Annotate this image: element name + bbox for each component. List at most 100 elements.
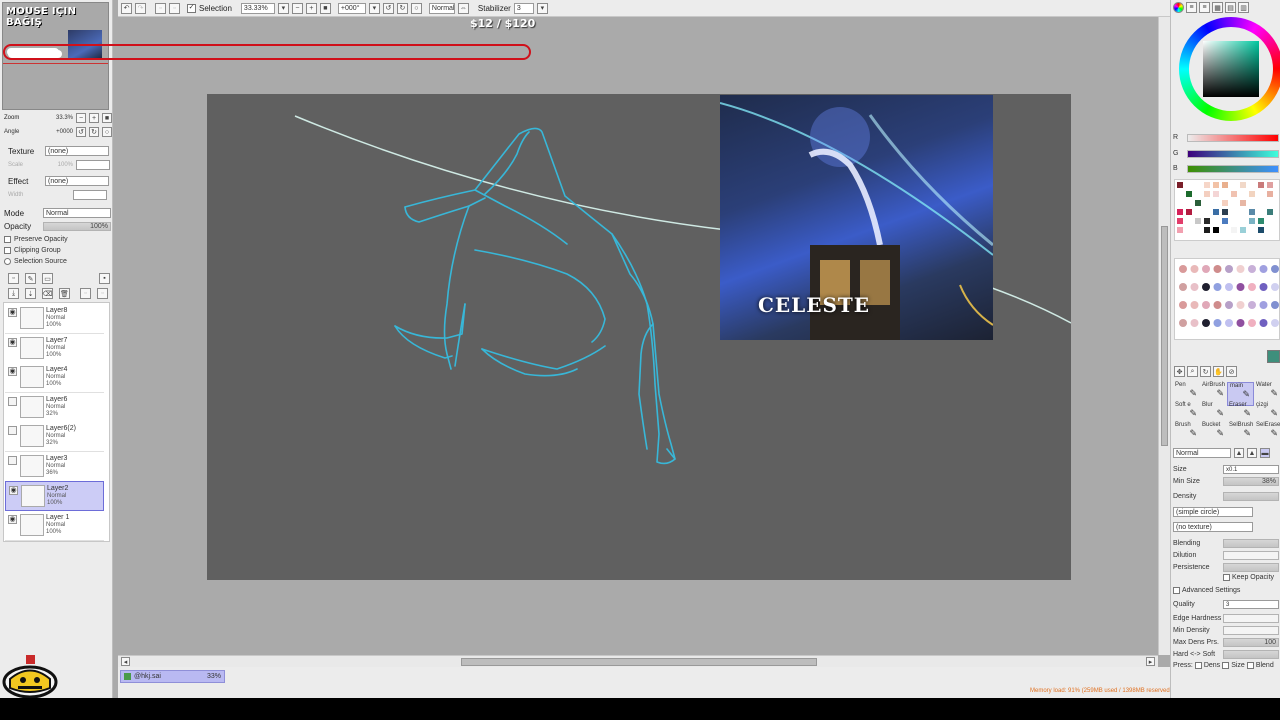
color-swatch[interactable] xyxy=(1186,218,1192,224)
shape-flat-icon[interactable]: ▬ xyxy=(1260,448,1270,458)
scroll-right-icon[interactable]: ▸ xyxy=(1146,657,1155,666)
color-swatch[interactable] xyxy=(1222,182,1228,188)
color-swatch[interactable] xyxy=(1222,200,1228,206)
layer-menu-icon[interactable]: ▪ xyxy=(99,273,110,284)
rotate-reset-icon[interactable]: ○ xyxy=(102,127,112,137)
color-swatch[interactable] xyxy=(1231,209,1237,215)
edge-hardness-slider[interactable] xyxy=(1223,614,1279,623)
layer-row[interactable]: Layer6(2) Normal 32% xyxy=(5,422,104,452)
new-layer-icon[interactable]: ▫ xyxy=(8,273,19,284)
canvas-area[interactable]: $12 / $120 CELESTE xyxy=(3,17,1158,655)
visibility-eye-icon[interactable] xyxy=(8,426,17,435)
shape-round-icon[interactable]: ▲ xyxy=(1234,448,1244,458)
horizontal-scrollbar[interactable]: ◂ ▸ xyxy=(118,655,1158,667)
color-swatch[interactable] xyxy=(1177,182,1183,188)
angle-dropdown-icon[interactable]: ▾ xyxy=(368,2,380,14)
color-swatch[interactable] xyxy=(1204,218,1210,224)
color-swatch[interactable] xyxy=(1195,200,1201,206)
color-swatch[interactable] xyxy=(1177,200,1183,206)
min-density-slider[interactable] xyxy=(1223,626,1279,635)
color-swatch[interactable] xyxy=(1258,227,1264,233)
size-field[interactable]: x0.1 xyxy=(1223,465,1279,474)
brush-shape-select[interactable]: (simple circle) xyxy=(1173,507,1253,517)
scale-input[interactable] xyxy=(76,160,110,170)
color-swatch[interactable] xyxy=(1195,182,1201,188)
visibility-eye-icon[interactable]: ◉ xyxy=(8,367,17,376)
color-swatch[interactable] xyxy=(1213,227,1219,233)
color-swatch[interactable] xyxy=(1258,218,1264,224)
selection-checkbox[interactable]: ✓ xyxy=(187,3,196,13)
blend-mode-select[interactable]: Normal xyxy=(43,208,111,218)
angle-field[interactable]: +000° xyxy=(337,2,366,14)
scratchpad[interactable] xyxy=(1174,258,1280,340)
color-swatch[interactable] xyxy=(1231,191,1237,197)
color-swatch[interactable] xyxy=(1249,200,1255,206)
color-swatch[interactable] xyxy=(1231,182,1237,188)
color-swatch[interactable] xyxy=(1186,209,1192,215)
brush-tool-9[interactable]: Brush ✎ xyxy=(1173,422,1200,446)
zoom-out-icon[interactable]: − xyxy=(76,113,86,123)
color-swatch[interactable] xyxy=(1195,218,1201,224)
color-swatch[interactable] xyxy=(1267,227,1273,233)
color-swatch[interactable] xyxy=(1240,191,1246,197)
color-swatch[interactable] xyxy=(1249,209,1255,215)
rotate-tool-icon[interactable]: ↻ xyxy=(1200,366,1211,377)
color-swatch[interactable] xyxy=(1204,191,1210,197)
merge-down-icon[interactable]: ⇣ xyxy=(25,288,36,299)
effect-select[interactable]: (none) xyxy=(45,176,109,186)
color-swatch[interactable] xyxy=(1186,227,1192,233)
zoom-dropdown-icon[interactable]: ▾ xyxy=(277,2,289,14)
color-swatch[interactable] xyxy=(1222,209,1228,215)
canvas-document[interactable]: CELESTE xyxy=(207,94,1071,580)
brush-tool-11[interactable]: SelBrush ✎ xyxy=(1227,422,1254,446)
transfer-down-icon[interactable]: ⤓ xyxy=(8,288,19,299)
color-swatch[interactable] xyxy=(1222,191,1228,197)
brush-tool-10[interactable]: Bucket ✎ xyxy=(1200,422,1227,446)
g-slider[interactable] xyxy=(1187,150,1279,158)
color-swatch[interactable] xyxy=(1240,209,1246,215)
color-swatch[interactable] xyxy=(1213,218,1219,224)
color-swatch-grid[interactable] xyxy=(1174,179,1280,241)
flip-icon[interactable]: ⇔ xyxy=(457,2,469,14)
color-swatch[interactable] xyxy=(1177,227,1183,233)
clipping-group-row[interactable]: Clipping Group xyxy=(4,247,61,254)
quality-select[interactable]: 3 xyxy=(1223,600,1279,609)
color-swatch[interactable] xyxy=(1249,191,1255,197)
visibility-eye-icon[interactable] xyxy=(8,455,17,465)
color-swatch[interactable] xyxy=(1204,209,1210,215)
rgb-slider-tab-icon[interactable]: ≡ xyxy=(1186,2,1197,13)
toolbar-rotate-right-icon[interactable]: ↻ xyxy=(396,2,408,14)
r-slider[interactable] xyxy=(1187,134,1279,142)
color-swatch[interactable] xyxy=(1195,191,1201,197)
color-swatch[interactable] xyxy=(1195,209,1201,215)
width-input[interactable] xyxy=(73,190,107,200)
color-wheel[interactable] xyxy=(1179,17,1280,121)
zoom-in-icon[interactable]: + xyxy=(89,113,99,123)
color-swatch[interactable] xyxy=(1195,227,1201,233)
persistence-slider[interactable] xyxy=(1223,563,1279,572)
keep-opacity-checkbox[interactable] xyxy=(1223,574,1230,581)
advanced-settings-row[interactable]: Advanced Settings xyxy=(1173,587,1240,594)
vertical-scroll-thumb[interactable] xyxy=(1161,226,1168,446)
visibility-eye-icon[interactable] xyxy=(8,396,17,406)
toolbar-rotate-reset-icon[interactable]: ○ xyxy=(410,2,422,14)
color-swatch[interactable] xyxy=(1240,200,1246,206)
stabilizer-field[interactable]: 3 xyxy=(513,2,534,14)
document-tab[interactable]: @hkj.sai 33% xyxy=(120,670,225,683)
color-swatch[interactable] xyxy=(1213,191,1219,197)
preserve-opacity-checkbox[interactable] xyxy=(4,236,11,243)
visibility-eye-icon[interactable]: ◉ xyxy=(8,308,17,317)
move-tool-icon[interactable]: ✥ xyxy=(1174,366,1185,377)
layer-row[interactable]: ◉ Layer7 Normal 100% xyxy=(5,333,104,364)
zoom-reset-icon[interactable]: ■ xyxy=(102,113,112,123)
apply-mask-icon[interactable]: ▫ xyxy=(97,288,108,299)
new-linework-icon[interactable]: ✎ xyxy=(25,273,36,284)
color-swatch[interactable] xyxy=(1240,227,1246,233)
rotate-right-icon[interactable]: ↻ xyxy=(89,127,99,137)
brush-texture-select[interactable]: (no texture) xyxy=(1173,522,1253,532)
color-swatch[interactable] xyxy=(1267,200,1273,206)
color-swatch[interactable] xyxy=(1186,200,1192,206)
color-swatch[interactable] xyxy=(1258,182,1264,188)
stabilizer-dropdown-icon[interactable]: ▾ xyxy=(536,2,548,14)
preserve-opacity-row[interactable]: Preserve Opacity xyxy=(4,236,68,243)
